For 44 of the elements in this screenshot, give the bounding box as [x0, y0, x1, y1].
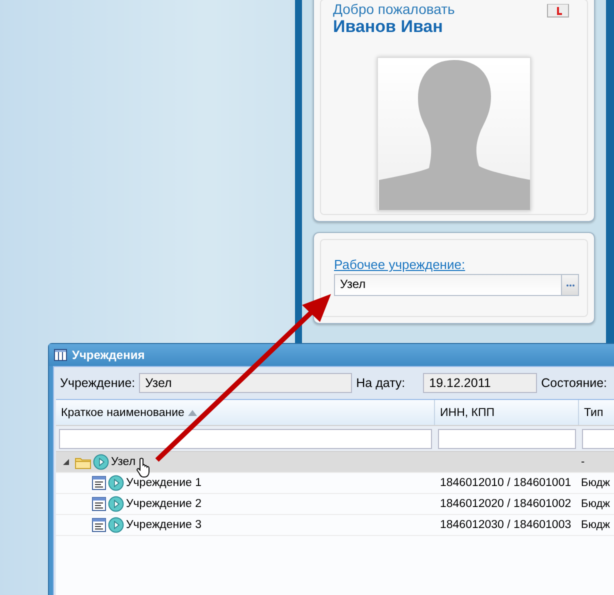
filter-field[interactable]: Узел: [139, 373, 352, 393]
filter-label: Учреждение:: [60, 376, 136, 390]
play-circle-icon: [93, 454, 109, 470]
list-document-icon: [92, 497, 106, 511]
inn-kpp-cell: 1846012010 / 184601001: [440, 477, 572, 489]
window-title: Учреждения: [72, 348, 145, 362]
column-filter-field[interactable]: [59, 428, 432, 448]
ellipsis-icon[interactable]: [566, 284, 574, 286]
play-circle-icon: [108, 517, 124, 533]
list-document-icon: [92, 476, 106, 490]
column-header[interactable]: ИНН, КПП: [435, 400, 579, 425]
play-circle-icon: [108, 496, 124, 512]
column-filter-field[interactable]: [582, 428, 614, 448]
tree-item-label: Учреждение 2: [126, 498, 202, 510]
table-icon: [54, 349, 67, 361]
tree-item-label: Узел: [111, 456, 136, 468]
hand-cursor-icon: [136, 458, 150, 478]
work-institution-link[interactable]: Рабочее учреждение:: [334, 257, 587, 272]
type-cell: Бюдж: [581, 519, 610, 531]
column-header[interactable]: Тип: [579, 400, 614, 425]
folder-icon: [75, 456, 91, 468]
user-name: Иванов Иван: [332, 17, 444, 37]
greeting-text: Добро пожаловать: [333, 1, 455, 17]
column-header[interactable]: Краткое наименование: [56, 400, 435, 425]
type-cell: Бюдж: [581, 477, 610, 489]
tree-row[interactable]: Узел -: [56, 452, 614, 473]
filter-field[interactable]: 19.12.2011: [423, 373, 538, 393]
play-circle-icon: [108, 475, 124, 491]
collapse-arrow-icon[interactable]: [62, 458, 70, 466]
filter-label: На дату:: [356, 376, 406, 390]
tree-item-label: Учреждение 3: [126, 519, 202, 531]
work-institution-field[interactable]: Узел: [334, 274, 579, 296]
list-document-icon: [92, 518, 106, 532]
inn-kpp-cell: 1846012020 / 184601002: [440, 498, 572, 510]
exit-icon[interactable]: [547, 4, 569, 18]
column-filter-field[interactable]: [438, 428, 576, 448]
type-cell: -: [581, 456, 585, 468]
tree-row[interactable]: Учреждение 2 1846012020 / 184601002 Бюдж: [56, 494, 614, 515]
tree-row[interactable]: Учреждение 1 1846012010 / 184601001 Бюдж: [56, 473, 614, 494]
tree-row[interactable]: Учреждение 3 1846012030 / 184601003 Бюдж: [56, 515, 614, 536]
inn-kpp-cell: 1846012030 / 184601003: [440, 519, 572, 531]
type-cell: Бюдж: [581, 498, 610, 510]
tree-item-label: Учреждение 1: [126, 477, 202, 489]
filter-label: Состояние:: [541, 376, 608, 390]
